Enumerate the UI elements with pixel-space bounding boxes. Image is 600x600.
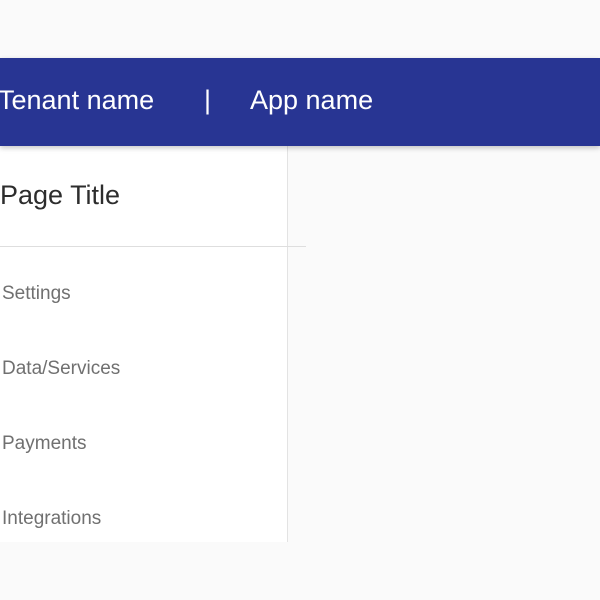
- header-separator: |: [204, 85, 212, 115]
- app-name[interactable]: App name: [250, 84, 373, 116]
- side-panel: Page Title Settings Data/Services Paymen…: [0, 146, 288, 542]
- nav-item-data-services[interactable]: Data/Services: [2, 357, 120, 381]
- nav-item-settings[interactable]: Settings: [2, 282, 71, 306]
- app-screen: Tenant name | App name Page Title Settin…: [0, 0, 600, 600]
- nav-item-payments[interactable]: Payments: [2, 432, 86, 456]
- app-bar: Tenant name | App name: [0, 58, 600, 146]
- nav-item-integrations[interactable]: Integrations: [2, 507, 101, 531]
- page-title-divider: [0, 246, 306, 247]
- page-title: Page Title: [0, 180, 121, 210]
- main-content-area: [288, 146, 600, 542]
- tenant-name[interactable]: Tenant name: [0, 84, 154, 116]
